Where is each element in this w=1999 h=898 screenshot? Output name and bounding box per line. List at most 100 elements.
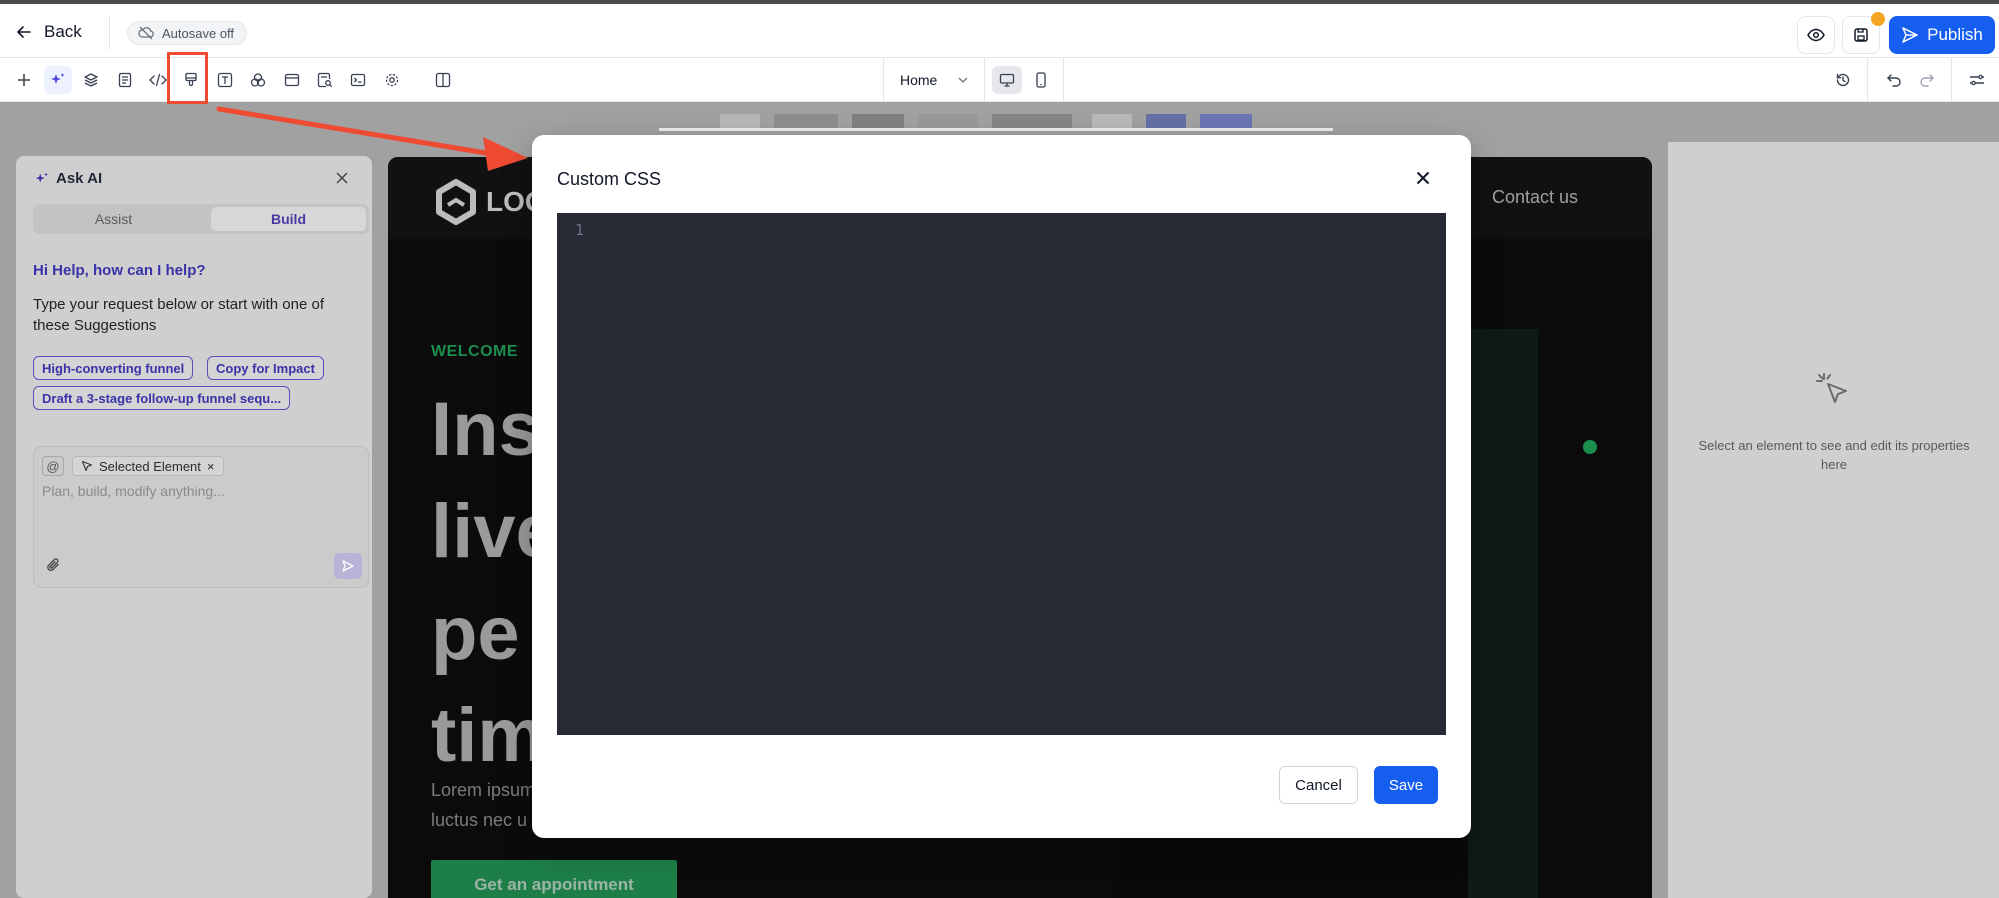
remove-chip-icon[interactable]: × [207, 459, 215, 474]
css-editor-textarea[interactable] [601, 219, 1431, 719]
ai-prompt-input[interactable] [42, 481, 352, 501]
send-icon [342, 560, 354, 572]
publish-label: Publish [1927, 25, 1983, 44]
send-icon [1902, 27, 1918, 43]
close-icon[interactable] [336, 168, 348, 189]
back-label: Back [44, 22, 82, 41]
divider [1867, 58, 1868, 102]
history-icon [1836, 73, 1850, 87]
appointment-button[interactable]: Get an appointment [431, 860, 677, 898]
page-select-value: Home [900, 72, 938, 88]
page-select[interactable]: Home [883, 58, 985, 102]
shapes-icon [250, 73, 266, 87]
autosave-toggle[interactable]: Autosave off [127, 21, 248, 45]
search-document-icon [317, 72, 333, 88]
divider [109, 16, 110, 50]
ai-sparkle-icon [51, 73, 65, 84]
desktop-view-button[interactable] [992, 66, 1022, 94]
tab-assist[interactable]: Assist [36, 207, 191, 231]
save-button[interactable]: Save [1374, 766, 1438, 804]
decorative-dot [1583, 440, 1597, 454]
arrow-left-icon [17, 26, 31, 38]
add-element-button[interactable] [10, 66, 38, 94]
document-icon [118, 72, 132, 88]
scripts-button[interactable] [344, 66, 372, 94]
device-switcher [986, 58, 1064, 102]
suggestion-chip[interactable]: Draft a 3-stage follow-up funnel sequ... [33, 386, 291, 410]
section-button[interactable] [278, 66, 306, 94]
sidebar-toggle-icon [435, 72, 451, 88]
pages-button[interactable] [111, 66, 139, 94]
text-icon [217, 72, 233, 88]
line-number: 1 [575, 221, 585, 239]
suggestion-chip[interactable]: High-converting funnel [33, 356, 194, 380]
send-button[interactable] [334, 553, 362, 579]
layers-button[interactable] [77, 66, 105, 94]
suggestion-chip[interactable]: Copy for Impact [207, 356, 324, 380]
ask-ai-button[interactable] [44, 66, 72, 94]
notification-dot [1871, 12, 1885, 26]
css-code-editor[interactable]: 1 [557, 213, 1446, 735]
floppy-disk-icon [1854, 28, 1868, 42]
properties-toggle-button[interactable] [1963, 66, 1991, 94]
mobile-view-button[interactable] [1026, 66, 1056, 94]
nav-contact-link[interactable]: Contact us [1492, 187, 1578, 208]
panel-toggle-button[interactable] [429, 66, 457, 94]
top-bar: Back Autosave off Publish [0, 0, 1999, 58]
ask-ai-title-text: Ask AI [56, 170, 103, 187]
tab-build[interactable]: Build [211, 207, 366, 231]
ask-ai-title: Ask AI [34, 170, 102, 187]
properties-panel: Select an element to see and edit its pr… [1668, 142, 1999, 898]
ask-ai-panel: Ask AI Assist Build Hi Help, how can I h… [16, 156, 372, 898]
ai-sparkle-icon [35, 172, 48, 183]
site-logo[interactable]: LOG [434, 179, 547, 225]
redo-button[interactable] [1913, 66, 1941, 94]
logo-hexagon-icon [436, 179, 476, 225]
ai-composer: @ Selected Element × [33, 446, 369, 588]
pointer-click-icon [1814, 370, 1854, 415]
sliders-icon [1970, 74, 1984, 86]
mobile-phone-icon [1036, 72, 1046, 88]
settings-button[interactable] [378, 66, 406, 94]
autosave-label: Autosave off [162, 25, 235, 41]
ai-mode-tabs: Assist Build [33, 204, 369, 234]
selected-element-chip[interactable]: Selected Element × [72, 456, 224, 476]
paperclip-icon [47, 558, 59, 572]
gear-icon [385, 73, 399, 87]
cloud-off-icon [138, 26, 154, 40]
preview-button[interactable] [1797, 16, 1835, 54]
history-button[interactable] [1829, 66, 1857, 94]
selected-element-label: Selected Element [99, 458, 201, 474]
undo-icon [1887, 74, 1901, 87]
cursor-icon [81, 460, 93, 472]
mention-button[interactable]: @ [42, 456, 64, 476]
blurred-url [720, 114, 1294, 128]
properties-empty-text: Select an element to see and edit its pr… [1698, 438, 1970, 472]
code-icon [149, 73, 167, 87]
redo-icon [1920, 74, 1934, 87]
hero-photo-shade [1468, 329, 1538, 898]
elements-button[interactable] [244, 66, 272, 94]
cancel-button[interactable]: Cancel [1279, 766, 1358, 804]
terminal-icon [350, 73, 366, 87]
hero-eyebrow: WELCOME [431, 343, 519, 360]
close-icon[interactable] [1412, 167, 1434, 189]
chevron-down-icon [958, 77, 968, 83]
desktop-icon [999, 73, 1015, 87]
publish-button[interactable]: Publish [1889, 16, 1995, 54]
modal-title: Custom CSS [557, 169, 662, 189]
undo-button[interactable] [1880, 66, 1908, 94]
plus-icon [18, 74, 30, 86]
url-underline [659, 128, 1333, 131]
custom-css-modal: Custom CSS 1 Cancel Save [532, 135, 1471, 838]
text-button[interactable] [211, 66, 239, 94]
ai-intro-text: Type your request below or start with on… [33, 296, 324, 334]
divider [1951, 58, 1952, 102]
browser-window-icon [284, 73, 300, 87]
annotation-highlight [167, 52, 208, 104]
eye-icon [1807, 28, 1825, 42]
ai-greeting: Hi Help, how can I help? [33, 262, 206, 279]
forms-button[interactable] [311, 66, 339, 94]
back-button[interactable]: Back [16, 22, 82, 42]
attach-file-button[interactable] [46, 557, 60, 578]
